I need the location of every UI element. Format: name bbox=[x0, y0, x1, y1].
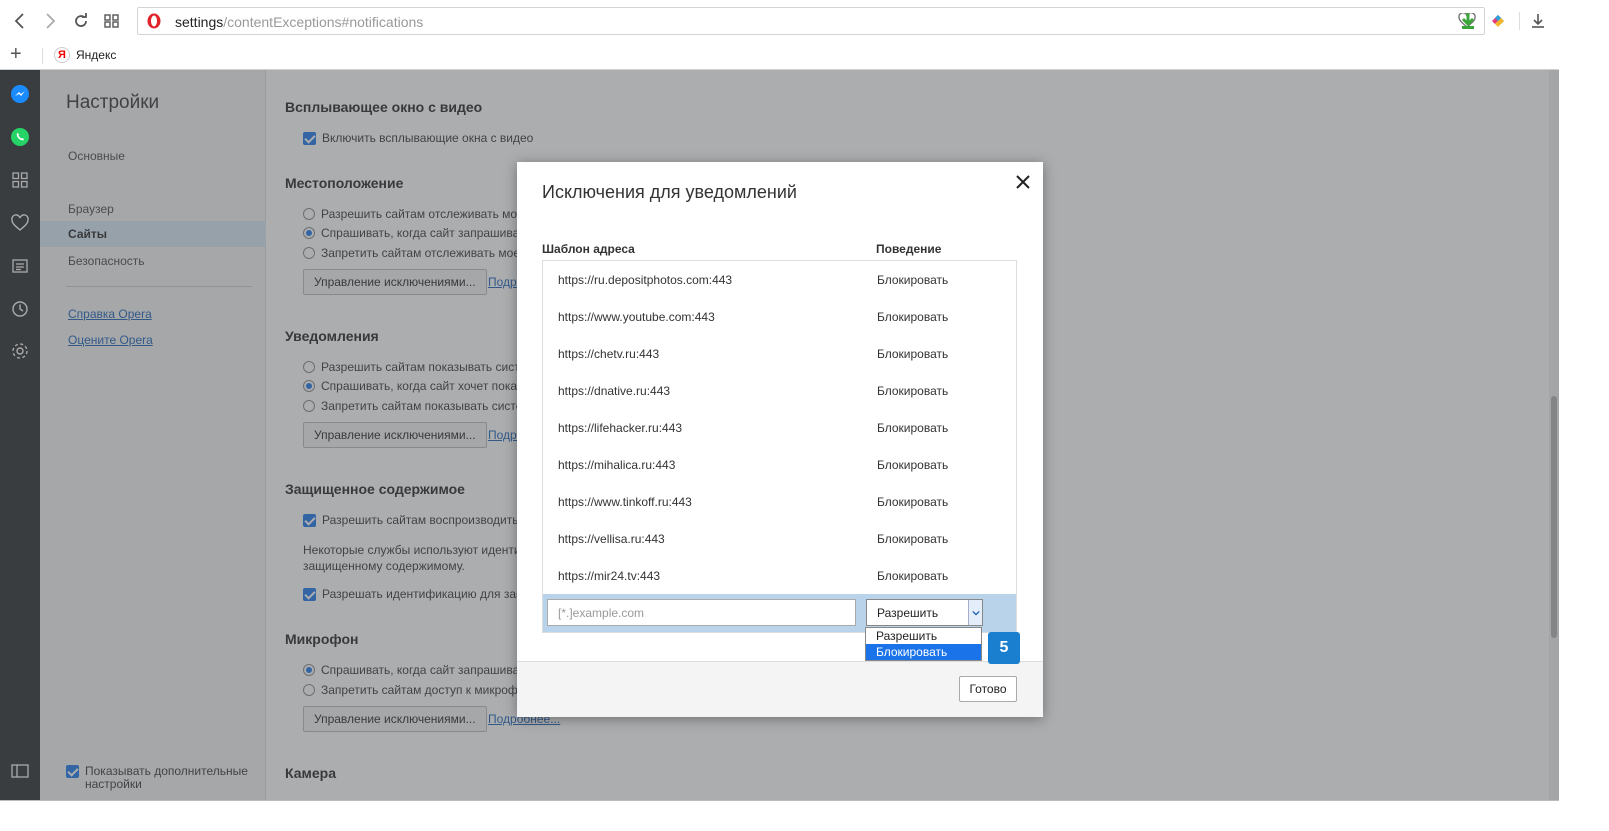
notification-exceptions-dialog: Исключения для уведомлений Шаблон адреса… bbox=[517, 162, 1043, 717]
window-right-edge bbox=[1559, 0, 1609, 831]
news-sidebar-button[interactable] bbox=[9, 255, 31, 277]
dropdown-option-allow[interactable]: Разрешить bbox=[866, 628, 981, 644]
row-url: https://mihalica.ru:443 bbox=[558, 458, 676, 472]
forward-button[interactable] bbox=[38, 9, 62, 33]
dialog-footer: Готово bbox=[517, 661, 1043, 717]
column-header-behavior: Поведение bbox=[876, 242, 942, 256]
table-row[interactable]: https://vellisa.ru:443 Блокировать bbox=[543, 520, 1016, 557]
done-button[interactable]: Готово bbox=[959, 676, 1017, 702]
colorful-extension-icon bbox=[1492, 15, 1504, 27]
grid-icon bbox=[12, 172, 28, 188]
select-value: Разрешить bbox=[877, 606, 939, 620]
bookmarks-divider bbox=[42, 48, 43, 64]
row-behavior: Блокировать bbox=[877, 532, 949, 546]
whatsapp-button[interactable] bbox=[9, 126, 31, 148]
download-icon bbox=[1532, 14, 1544, 28]
table-row[interactable]: https://chetv.ru:443 Блокировать bbox=[543, 335, 1016, 372]
sidebar-strip bbox=[0, 70, 40, 831]
url-path: /contentExceptions#notifications bbox=[223, 14, 424, 30]
row-behavior: Блокировать bbox=[877, 569, 949, 583]
back-arrow-icon bbox=[14, 13, 24, 29]
close-icon[interactable] bbox=[1014, 173, 1032, 191]
dialog-title: Исключения для уведомлений bbox=[542, 182, 797, 202]
url-host: settings bbox=[175, 14, 224, 30]
browser-toolbar: settings/contentExceptions#notifications bbox=[0, 0, 1609, 42]
table-row[interactable]: https://mihalica.ru:443 Блокировать bbox=[543, 446, 1016, 483]
opera-logo-icon bbox=[147, 13, 161, 29]
behavior-select[interactable]: Разрешить bbox=[866, 599, 983, 626]
row-behavior: Блокировать bbox=[877, 347, 949, 361]
add-bookmark-button[interactable]: + bbox=[10, 43, 22, 66]
pattern-input[interactable] bbox=[547, 599, 856, 626]
behavior-dropdown-list: Разрешить Блокировать bbox=[865, 627, 982, 661]
url-text: settings/contentExceptions#notifications bbox=[175, 14, 423, 30]
address-bar[interactable]: settings/contentExceptions#notifications bbox=[137, 7, 1485, 35]
column-header-pattern: Шаблон адреса bbox=[542, 242, 635, 256]
grid-icon bbox=[104, 14, 119, 28]
messenger-icon bbox=[11, 85, 29, 103]
news-icon bbox=[12, 259, 28, 273]
clock-icon bbox=[12, 301, 28, 317]
row-behavior: Блокировать bbox=[877, 458, 949, 472]
window-bottom-edge bbox=[0, 801, 1609, 831]
toolbar-divider bbox=[1519, 12, 1520, 30]
table-row[interactable]: https://www.tinkoff.ru:443 Блокировать bbox=[543, 483, 1016, 520]
chevron-down-icon[interactable] bbox=[968, 600, 982, 625]
row-behavior: Блокировать bbox=[877, 310, 949, 324]
download-extension-button[interactable] bbox=[1456, 9, 1480, 33]
green-download-icon bbox=[1461, 13, 1475, 29]
history-sidebar-button[interactable] bbox=[9, 298, 31, 320]
bookmark-yandex-label: Яндекс bbox=[76, 48, 117, 62]
downloads-button[interactable] bbox=[1526, 9, 1550, 33]
settings-sidebar-button[interactable] bbox=[9, 340, 31, 362]
row-url: https://www.tinkoff.ru:443 bbox=[558, 495, 692, 509]
bookmark-yandex[interactable]: Я Яндекс bbox=[54, 47, 116, 63]
row-behavior: Блокировать bbox=[877, 273, 949, 287]
row-url: https://www.youtube.com:443 bbox=[558, 310, 715, 324]
row-url: https://vellisa.ru:443 bbox=[558, 532, 665, 546]
bookmarks-bar: + Я Яндекс bbox=[0, 42, 1609, 70]
sidebar-panel-icon bbox=[11, 764, 29, 778]
row-url: https://chetv.ru:443 bbox=[558, 347, 660, 361]
table-row[interactable]: https://www.youtube.com:443 Блокировать bbox=[543, 298, 1016, 335]
table-row[interactable]: https://ru.depositphotos.com:443 Блокиров… bbox=[543, 261, 1016, 298]
row-behavior: Блокировать bbox=[877, 421, 949, 435]
row-url: https://lifehacker.ru:443 bbox=[558, 421, 683, 435]
row-url: https://ru.depositphotos.com:443 bbox=[558, 273, 733, 287]
reload-icon bbox=[75, 13, 87, 27]
dropdown-option-block[interactable]: Блокировать bbox=[866, 644, 981, 660]
messenger-button[interactable] bbox=[9, 83, 31, 105]
row-url: https://mir24.tv:443 bbox=[558, 569, 661, 583]
reload-button[interactable] bbox=[69, 9, 93, 33]
speed-dial-sidebar-button[interactable] bbox=[9, 169, 31, 191]
step-number-badge: 5 bbox=[988, 632, 1020, 664]
yandex-icon: Я bbox=[54, 47, 70, 63]
table-row[interactable]: https://mir24.tv:443 Блокировать bbox=[543, 557, 1016, 594]
speed-dial-button[interactable] bbox=[100, 9, 124, 33]
back-button[interactable] bbox=[8, 9, 32, 33]
bookmarks-sidebar-button[interactable] bbox=[9, 212, 31, 234]
row-behavior: Блокировать bbox=[877, 495, 949, 509]
exceptions-list: https://ru.depositphotos.com:443 Блокиров… bbox=[542, 260, 1017, 633]
table-row[interactable]: https://dnative.ru:443 Блокировать bbox=[543, 372, 1016, 409]
row-behavior: Блокировать bbox=[877, 384, 949, 398]
row-url: https://dnative.ru:443 bbox=[558, 384, 671, 398]
extension-button[interactable] bbox=[1486, 9, 1510, 33]
heart-icon bbox=[11, 214, 29, 231]
sidebar-toggle-button[interactable] bbox=[9, 760, 31, 782]
gear-icon bbox=[12, 343, 28, 359]
forward-arrow-icon bbox=[46, 13, 56, 29]
whatsapp-icon bbox=[11, 128, 29, 146]
table-row[interactable]: https://lifehacker.ru:443 Блокировать bbox=[543, 409, 1016, 446]
